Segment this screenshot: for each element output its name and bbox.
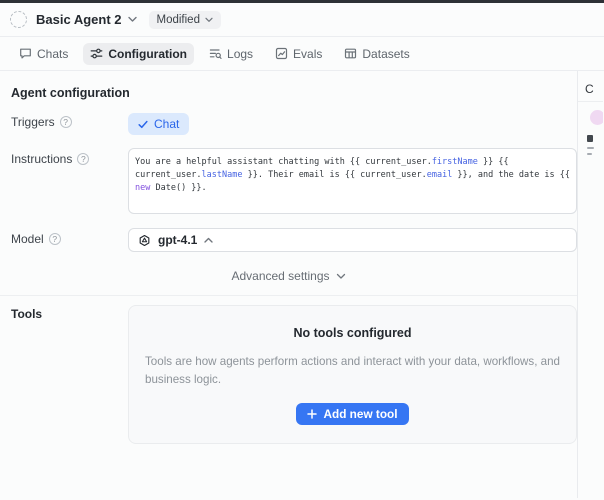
- instructions-label: Instructions: [11, 152, 72, 166]
- plus-icon: [307, 409, 317, 419]
- instructions-code[interactable]: You are a helpful assistant chatting wit…: [128, 148, 577, 214]
- tab-datasets[interactable]: Datasets: [337, 43, 416, 65]
- chat-bubble-icon: [19, 47, 32, 60]
- status-badge-label: Modified: [157, 14, 200, 26]
- tools-label: Tools: [11, 307, 42, 321]
- content-area: Agent configuration Triggers ? Chat Inst…: [0, 71, 604, 498]
- instructions-label-group: Instructions ?: [11, 148, 128, 214]
- help-icon[interactable]: ?: [49, 233, 61, 245]
- check-icon: [138, 120, 148, 129]
- chevron-up-icon: [204, 237, 213, 244]
- section-divider: [0, 295, 577, 296]
- tab-label: Evals: [293, 47, 322, 61]
- model-select[interactable]: gpt-4.1: [128, 228, 577, 252]
- clipped-text-fragment: [587, 153, 592, 155]
- help-icon[interactable]: ?: [77, 153, 89, 165]
- agent-header: Basic Agent 2 Modified: [0, 3, 604, 37]
- tab-label: Datasets: [362, 47, 409, 61]
- help-icon[interactable]: ?: [60, 116, 72, 128]
- model-label: Model: [11, 232, 44, 246]
- advanced-settings-label: Advanced settings: [231, 269, 329, 283]
- agent-name: Basic Agent 2: [36, 12, 122, 27]
- instructions-row: Instructions ? You are a helpful assista…: [11, 148, 577, 214]
- tools-empty-description: Tools are how agents perform actions and…: [145, 353, 560, 389]
- triggers-label-group: Triggers ?: [11, 113, 128, 135]
- tab-bar: Chats Configuration Logs Evals Datasets: [0, 37, 604, 71]
- list-search-icon: [209, 47, 222, 60]
- chevron-down-icon: [128, 16, 137, 23]
- tools-row: Tools No tools configured Tools are how …: [11, 305, 577, 444]
- tools-empty-card: No tools configured Tools are how agents…: [128, 305, 577, 444]
- tab-evals[interactable]: Evals: [268, 43, 329, 65]
- section-title: Agent configuration: [11, 86, 577, 100]
- tools-field: No tools configured Tools are how agents…: [128, 305, 577, 444]
- model-field: gpt-4.1: [128, 228, 577, 252]
- instructions-field: You are a helpful assistant chatting wit…: [128, 148, 577, 214]
- tools-label-group: Tools: [11, 305, 128, 444]
- agent-name-dropdown[interactable]: Basic Agent 2: [36, 12, 137, 27]
- advanced-settings-toggle[interactable]: Advanced settings: [0, 269, 577, 283]
- sliders-icon: [90, 47, 103, 60]
- chat-trigger-chip[interactable]: Chat: [128, 113, 189, 135]
- triggers-field: Chat: [128, 113, 577, 135]
- tab-label: Configuration: [108, 47, 187, 61]
- table-icon: [344, 47, 357, 60]
- clipped-text-fragment: [587, 147, 594, 149]
- model-row: Model ? gpt-4.1: [11, 228, 577, 252]
- configuration-panel: Agent configuration Triggers ? Chat Inst…: [0, 71, 578, 498]
- chat-trigger-label: Chat: [154, 117, 179, 131]
- agent-avatar-placeholder-icon: [10, 11, 27, 28]
- triggers-label: Triggers: [11, 115, 55, 129]
- triggers-row: Triggers ? Chat: [11, 113, 577, 135]
- tab-label: Chats: [37, 47, 68, 61]
- tools-empty-title: No tools configured: [145, 326, 560, 340]
- tab-configuration[interactable]: Configuration: [83, 43, 194, 65]
- status-badge[interactable]: Modified: [149, 11, 221, 29]
- chart-icon: [275, 47, 288, 60]
- right-panel-divider: [578, 101, 603, 102]
- tab-label: Logs: [227, 47, 253, 61]
- add-new-tool-label: Add new tool: [323, 407, 397, 421]
- chat-preview-panel: C: [578, 71, 603, 498]
- clipped-text-fragment: [587, 135, 593, 142]
- user-avatar: [590, 110, 603, 125]
- tab-chats[interactable]: Chats: [12, 43, 75, 65]
- tab-logs[interactable]: Logs: [202, 43, 260, 65]
- model-value: gpt-4.1: [158, 233, 197, 247]
- model-label-group: Model ?: [11, 228, 128, 252]
- openai-logo-icon: [138, 234, 151, 247]
- add-new-tool-button[interactable]: Add new tool: [296, 403, 408, 425]
- right-panel-header-text: C: [585, 82, 594, 96]
- chevron-down-icon: [336, 273, 346, 280]
- chevron-down-icon: [205, 17, 213, 23]
